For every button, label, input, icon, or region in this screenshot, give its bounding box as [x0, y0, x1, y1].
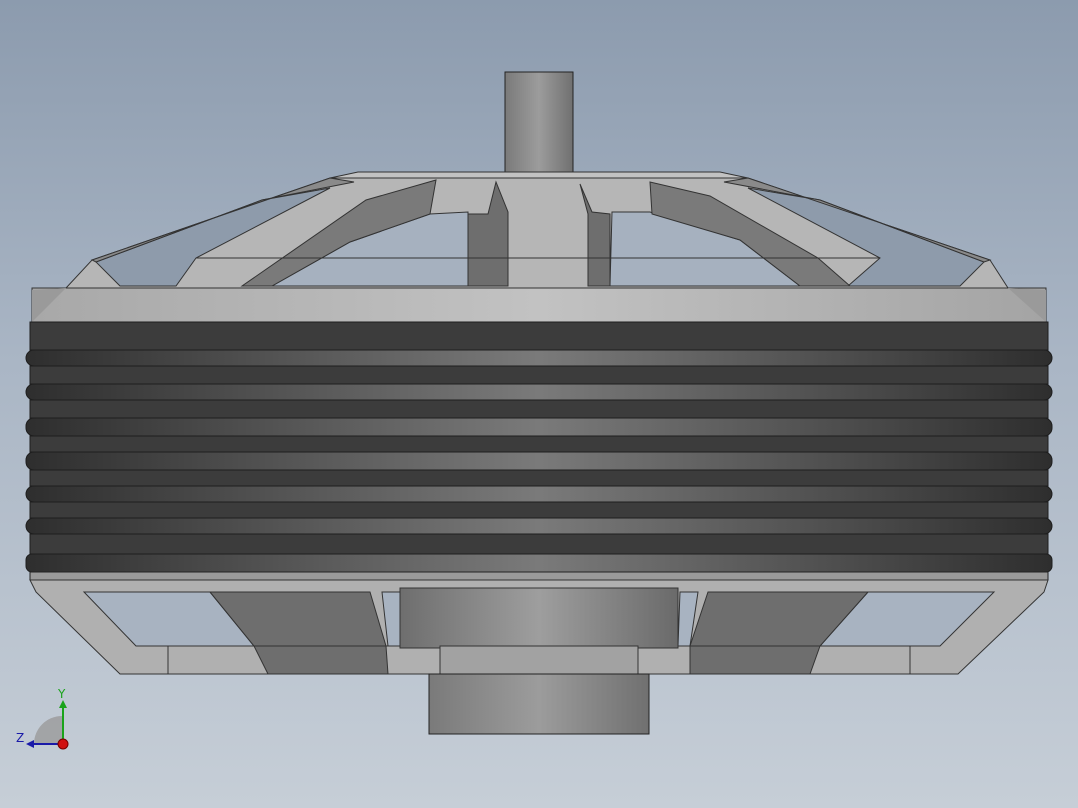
- x-axis-icon: [57, 738, 69, 750]
- top-plate: [329, 171, 749, 179]
- top-cage: [64, 177, 1009, 289]
- triad-arc: [34, 716, 62, 744]
- reference-triad: Y Z: [10, 684, 80, 754]
- top-band: [31, 287, 1047, 323]
- motor-model[interactable]: [0, 0, 1078, 808]
- y-axis-label: Y: [57, 687, 66, 701]
- coil-stack: [25, 321, 1053, 581]
- cad-viewport[interactable]: Y Z: [0, 0, 1078, 808]
- top-shaft: [504, 71, 574, 177]
- z-axis-label: Z: [16, 731, 24, 745]
- center-hub: [399, 587, 679, 649]
- hub-ring: [439, 645, 639, 675]
- bottom-shaft: [428, 673, 650, 735]
